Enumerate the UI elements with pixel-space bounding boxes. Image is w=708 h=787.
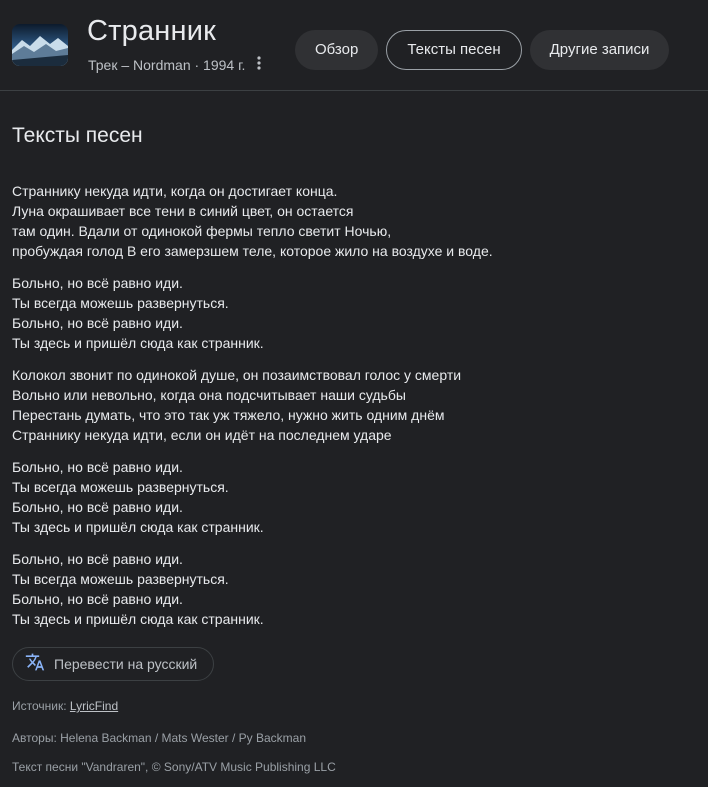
lyrics-line: Больно, но всё равно иди. [12, 591, 183, 607]
song-subtitle: Трек – Nordman · 1994 г. [88, 57, 246, 73]
lyrics-line: Больно, но всё равно иди. [12, 551, 183, 567]
more-vert-icon[interactable] [252, 55, 266, 73]
lyrics-line: Больно, но всё равно иди. [12, 275, 183, 291]
album-art-thumbnail[interactable] [12, 24, 68, 66]
translate-icon [25, 652, 45, 677]
lyrics-line: там один. Вдали от одинокой фермы тепло … [12, 223, 392, 239]
lyrics-line: Больно, но всё равно иди. [12, 315, 183, 331]
lyrics-line: Перестань думать, что это так уж тяжело,… [12, 407, 445, 423]
lyrics-line: Ты здесь и пришёл сюда как странник. [12, 611, 264, 627]
tab-other-recordings[interactable]: Другие записи [529, 30, 670, 70]
lyrics-line: Ты здесь и пришёл сюда как странник. [12, 519, 264, 535]
song-title: Странник [87, 15, 216, 47]
lyrics-line: пробуждая голод В его замерзшем теле, ко… [12, 243, 493, 259]
translate-button-label: Перевести на русский [54, 656, 198, 672]
source-link[interactable]: LyricFind [70, 699, 118, 713]
source-line: Источник: LyricFind [12, 699, 118, 713]
authors-line: Авторы: Helena Backman / Mats Wester / P… [12, 731, 306, 745]
source-prefix: Источник: [12, 699, 70, 713]
lyrics-stanza: Колокол звонит по одинокой душе, он поза… [12, 365, 702, 445]
lyrics-line: Ты всегда можешь развернуться. [12, 571, 229, 587]
tab-overview[interactable]: Обзор [295, 30, 379, 70]
lyrics-stanza: Больно, но всё равно иди. Ты всегда може… [12, 549, 702, 629]
tab-bar: Обзор Тексты песен Другие записи [295, 30, 670, 70]
lyrics-line: Страннику некуда идти, когда он достигае… [12, 183, 338, 199]
lyrics-line: Ты всегда можешь развернуться. [12, 479, 229, 495]
lyrics-line: Ты всегда можешь развернуться. [12, 295, 229, 311]
copyright-line: Текст песни "Vandraren", © Sony/ATV Musi… [12, 760, 336, 774]
translate-button[interactable]: Перевести на русский [12, 647, 215, 681]
tab-lyrics[interactable]: Тексты песен [386, 30, 522, 70]
lyrics-line: Больно, но всё равно иди. [12, 499, 183, 515]
lyrics-line: Больно, но всё равно иди. [12, 459, 183, 475]
lyrics-line: Луна окрашивает все тени в синий цвет, о… [12, 203, 354, 219]
lyrics-body: Страннику некуда идти, когда он достигае… [12, 181, 702, 641]
lyrics-stanza: Больно, но всё равно иди. Ты всегда може… [12, 457, 702, 537]
lyrics-line: Вольно или невольно, когда она подсчитыв… [12, 387, 406, 403]
section-title: Тексты песен [12, 124, 143, 147]
lyrics-stanza: Больно, но всё равно иди. Ты всегда може… [12, 273, 702, 353]
lyrics-stanza: Страннику некуда идти, когда он достигае… [12, 181, 702, 261]
lyrics-line: Колокол звонит по одинокой душе, он поза… [12, 367, 462, 383]
lyrics-line: Страннику некуда идти, если он идёт на п… [12, 427, 392, 443]
lyrics-line: Ты здесь и пришёл сюда как странник. [12, 335, 264, 351]
header: Странник Трек – Nordman · 1994 г. Обзор … [0, 0, 708, 91]
